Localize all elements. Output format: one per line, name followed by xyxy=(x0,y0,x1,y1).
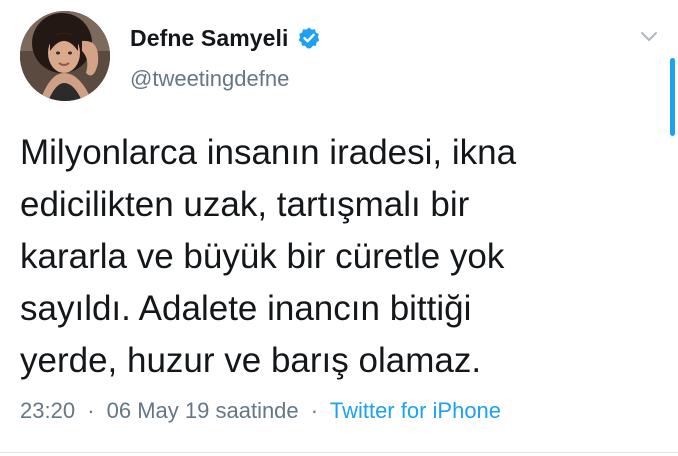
tweet-text-line: edicilikten uzak, tartışmalı bir xyxy=(20,185,470,224)
verified-badge-icon xyxy=(297,26,321,50)
avatar[interactable] xyxy=(20,11,110,101)
tweet-date[interactable]: 06 May 19 saatinde xyxy=(107,398,299,423)
tweet-time[interactable]: 23:20 xyxy=(20,398,75,423)
tweet-text-line: yerde, huzur ve barış olamaz. xyxy=(20,341,482,380)
separator: · xyxy=(310,398,319,423)
tweet-source-link[interactable]: Twitter for iPhone xyxy=(330,398,501,423)
tweet-metadata: 23:20 · 06 May 19 saatinde · Twitter for… xyxy=(20,398,501,424)
separator: · xyxy=(87,398,95,423)
tweet-text-line: kararla ve büyük bir cüretle yok xyxy=(20,237,505,276)
scrollbar[interactable] xyxy=(670,58,675,136)
chevron-down-icon[interactable] xyxy=(637,24,661,48)
author-handle[interactable]: @tweetingdefne xyxy=(130,66,289,92)
tweet-text-line: Milyonlarca insanın iradesi, ikna xyxy=(20,133,517,172)
divider xyxy=(0,452,678,453)
display-name[interactable]: Defne Samyeli xyxy=(130,25,289,52)
author-name-row[interactable]: Defne Samyeli xyxy=(130,24,321,52)
tweet-text: Milyonlarca insanın iradesi, ikna edicil… xyxy=(20,127,620,387)
tweet-card: Defne Samyeli @tweetingdefne Milyonlarca… xyxy=(0,0,678,456)
tweet-text-line: sayıldı. Adalete inancın bittiği xyxy=(20,289,472,328)
